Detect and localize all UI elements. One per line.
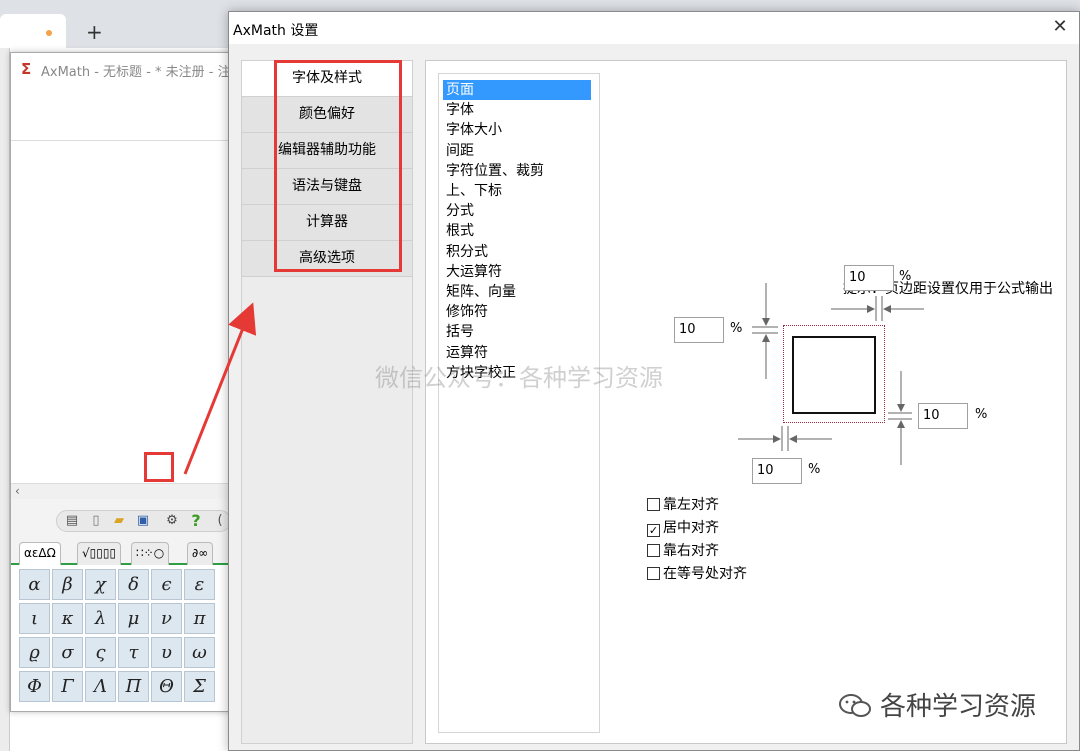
watermark-text: 微信公众号：各种学习资源 [375, 364, 663, 392]
wechat-brand: 各种学习资源 [838, 686, 1036, 723]
wechat-icon [839, 694, 871, 717]
wechat-label: 各种学习资源 [880, 692, 1037, 722]
